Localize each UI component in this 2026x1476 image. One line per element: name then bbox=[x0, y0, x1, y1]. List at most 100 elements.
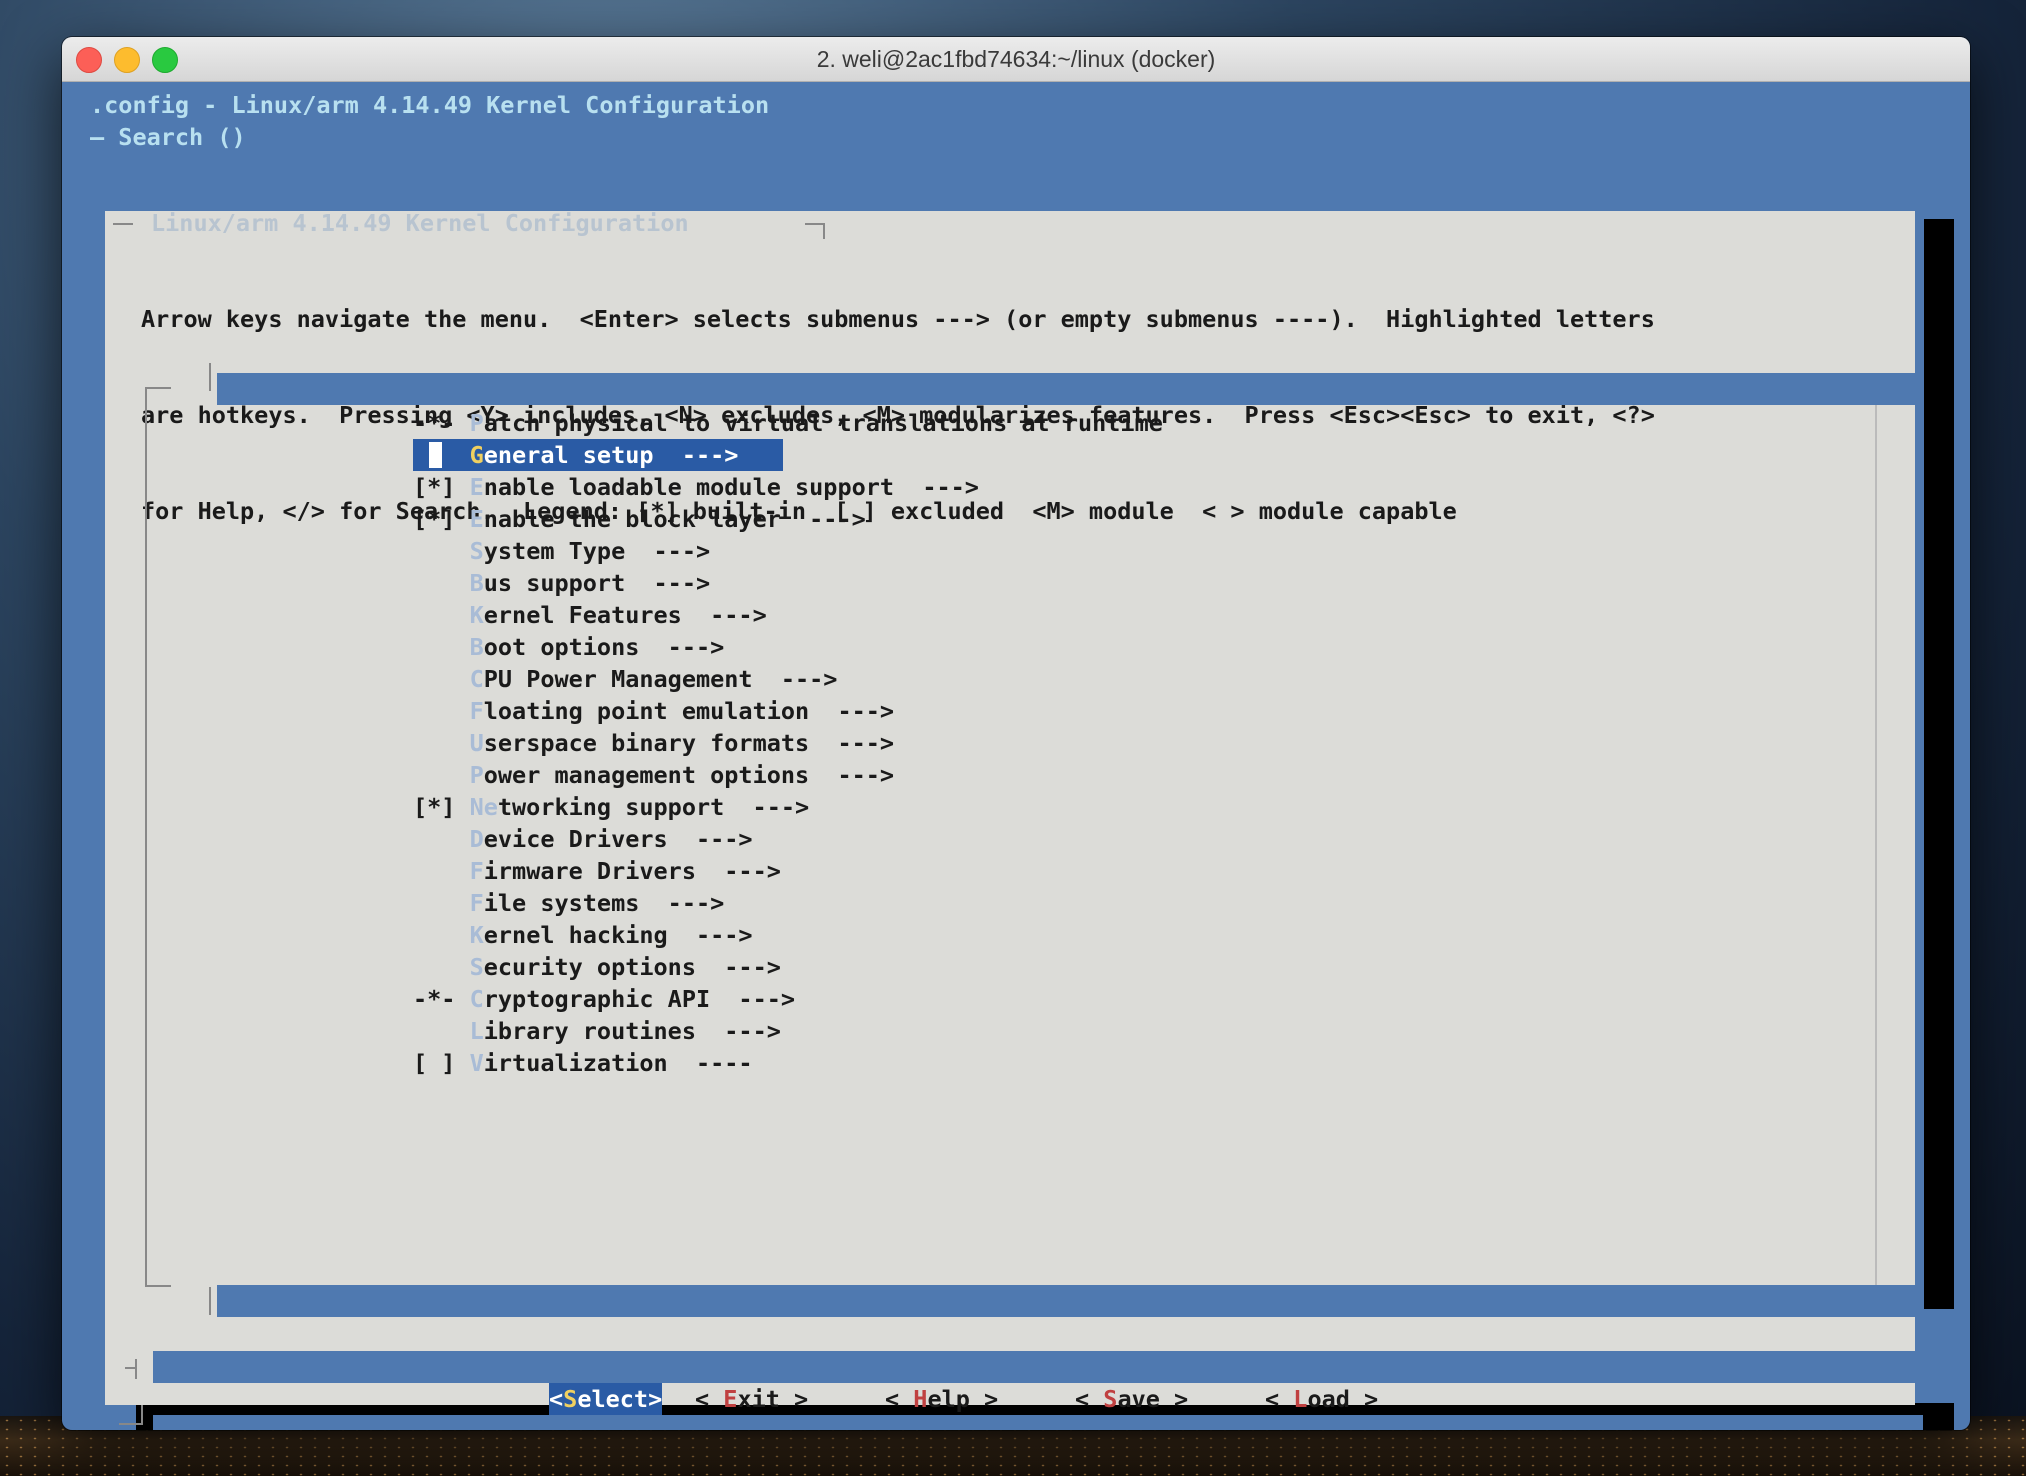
menu-item-hotkey: F bbox=[469, 857, 484, 885]
menu-item-hotkey: K bbox=[469, 601, 484, 629]
menu-item[interactable]: [ ] Virtualization ---- bbox=[413, 1047, 1163, 1079]
button-bracket-left: < bbox=[1265, 1385, 1294, 1413]
help-line-1: Arrow keys navigate the menu. <Enter> se… bbox=[141, 305, 1655, 333]
menu-item-state: [*] bbox=[413, 793, 470, 821]
menu-item-label: nable loadable module support ---> bbox=[483, 473, 979, 501]
menu-item[interactable]: Library routines ---> bbox=[413, 1015, 1163, 1047]
terminal-screen[interactable]: .config - Linux/arm 4.14.49 Kernel Confi… bbox=[72, 83, 1960, 1430]
button-label: elect bbox=[577, 1385, 649, 1413]
menu-item-text: Floating point emulation ---> bbox=[413, 697, 894, 725]
button-frame-bottom bbox=[119, 1423, 143, 1425]
button-frame-tick-a bbox=[135, 1359, 137, 1379]
menu-item[interactable]: Kernel Features ---> bbox=[413, 599, 1163, 631]
menu-item-text: -*- Cryptographic API ---> bbox=[413, 985, 795, 1013]
button-hotkey: L bbox=[1293, 1385, 1308, 1413]
menu-item-hotkey: E bbox=[469, 473, 484, 501]
menu-item-hotkey: U bbox=[469, 729, 484, 757]
select-button[interactable]: <Select> bbox=[549, 1383, 663, 1415]
menu-item-hotkey: F bbox=[469, 889, 484, 917]
menu-item[interactable]: Floating point emulation ---> bbox=[413, 695, 1163, 727]
menu-item[interactable]: -*- Patch physical to virtual translatio… bbox=[413, 407, 1163, 439]
button-bracket-right: > bbox=[969, 1385, 999, 1413]
dialog-caption: Linux/arm 4.14.49 Kernel Configuration bbox=[151, 207, 689, 239]
menu-item-label: ibrary routines ---> bbox=[483, 1017, 781, 1045]
save-button[interactable]: < Save > bbox=[1075, 1383, 1188, 1415]
menu-item[interactable]: File systems ---> bbox=[413, 887, 1163, 919]
menu-item-state bbox=[413, 537, 470, 565]
menu-item-text: Userspace binary formats ---> bbox=[413, 729, 894, 757]
menu-item-hotkey: P bbox=[469, 409, 484, 437]
load-button[interactable]: < Load > bbox=[1265, 1383, 1378, 1415]
menu-item-hotkey: V bbox=[469, 1049, 484, 1077]
menu-item-label: ernel Features ---> bbox=[483, 601, 767, 629]
menu-item[interactable]: -*- Cryptographic API ---> bbox=[413, 983, 1163, 1015]
menu-item-text: -*- Patch physical to virtual translatio… bbox=[413, 409, 1163, 437]
menu-item[interactable]: Firmware Drivers ---> bbox=[413, 855, 1163, 887]
menu-item[interactable]: Device Drivers ---> bbox=[413, 823, 1163, 855]
menu-item-text: Library routines ---> bbox=[413, 1017, 781, 1045]
menu-item-state bbox=[413, 569, 470, 597]
menu-item-state bbox=[413, 601, 470, 629]
menu-item-label: ile systems ---> bbox=[483, 889, 725, 917]
menu-item-state bbox=[413, 729, 470, 757]
button-bracket-left: < bbox=[549, 1385, 564, 1413]
menu-item-label: PU Power Management ---> bbox=[483, 665, 838, 693]
button-label: ave bbox=[1117, 1385, 1160, 1413]
menu-item-state: -*- bbox=[413, 985, 470, 1013]
menu-item[interactable]: CPU Power Management ---> bbox=[413, 663, 1163, 695]
menu-item-state bbox=[413, 1017, 470, 1045]
exit-button[interactable]: < Exit > bbox=[695, 1383, 808, 1415]
menu-item[interactable]: [*] Enable loadable module support ---> bbox=[413, 471, 1163, 503]
menu-item-state bbox=[413, 889, 470, 917]
title-bar[interactable]: 2. weli@2ac1fbd74634:~/linux (docker) bbox=[62, 37, 1970, 82]
terminal-window: 2. weli@2ac1fbd74634:~/linux (docker) .c… bbox=[62, 37, 1970, 1430]
menu-item-label: ernel hacking ---> bbox=[483, 921, 753, 949]
menu-item-label: oot options ---> bbox=[483, 633, 725, 661]
buttons-top-bar bbox=[153, 1351, 1923, 1383]
menu-item-hotkey: D bbox=[469, 825, 484, 853]
menu-item-hotkey: C bbox=[469, 665, 484, 693]
menu-item[interactable]: Kernel hacking ---> bbox=[413, 919, 1163, 951]
menu-item-state bbox=[413, 825, 470, 853]
menu-item-hotkey: P bbox=[469, 761, 484, 789]
menu-item-label: irmware Drivers ---> bbox=[483, 857, 781, 885]
button-label: elp bbox=[927, 1385, 970, 1413]
button-bracket-left: < bbox=[1075, 1385, 1104, 1413]
frame-top-left bbox=[113, 223, 133, 225]
menu-item-text: Security options ---> bbox=[413, 953, 781, 981]
menu-list[interactable]: -*- Patch physical to virtual translatio… bbox=[413, 407, 1163, 1079]
menu-item[interactable]: General setup ---> bbox=[413, 439, 1163, 471]
menu-item[interactable]: Security options ---> bbox=[413, 951, 1163, 983]
menu-item[interactable]: Boot options ---> bbox=[413, 631, 1163, 663]
menu-item-text: Kernel Features ---> bbox=[413, 601, 767, 629]
menu-item[interactable]: Power management options ---> bbox=[413, 759, 1163, 791]
button-bracket-right: > bbox=[779, 1385, 809, 1413]
menu-area[interactable]: -*- Patch physical to virtual translatio… bbox=[141, 405, 1883, 1285]
menu-item-label: evice Drivers ---> bbox=[483, 825, 753, 853]
menu-item[interactable]: Bus support ---> bbox=[413, 567, 1163, 599]
menu-item-text: [*] Networking support ---> bbox=[413, 793, 809, 821]
menu-item-label: serspace binary formats ---> bbox=[483, 729, 895, 757]
menu-item[interactable]: [*] Networking support ---> bbox=[413, 791, 1163, 823]
menu-item-label: ystem Type ---> bbox=[483, 537, 711, 565]
menu-top-bar bbox=[217, 373, 1915, 405]
menu-item-label: eneral setup ---> bbox=[483, 441, 739, 469]
menu-item-hotkey: K bbox=[469, 921, 484, 949]
menu-item[interactable]: [*] Enable the block layer ---> bbox=[413, 503, 1163, 535]
window-title: 2. weli@2ac1fbd74634:~/linux (docker) bbox=[816, 46, 1216, 72]
help-button[interactable]: < Help > bbox=[885, 1383, 998, 1415]
menu-item-state bbox=[413, 665, 470, 693]
menu-item[interactable]: System Type ---> bbox=[413, 535, 1163, 567]
menu-item-hotkey: G bbox=[469, 441, 484, 469]
menu-item-state bbox=[413, 953, 470, 981]
menu-item-state bbox=[413, 857, 470, 885]
menu-item[interactable]: Userspace binary formats ---> bbox=[413, 727, 1163, 759]
menu-item-text: Kernel hacking ---> bbox=[413, 921, 753, 949]
button-row: <Select> < Exit > < Help > < Save > < Load > bbox=[105, 1383, 1915, 1415]
menu-frame-top bbox=[145, 387, 171, 389]
frame-top-right-tick bbox=[823, 223, 825, 239]
menu-item-hotkey: S bbox=[469, 537, 484, 565]
config-header: .config - Linux/arm 4.14.49 Kernel Confi… bbox=[90, 91, 770, 119]
menu-item-hotkey: Ne bbox=[469, 793, 498, 821]
menu-item-hotkey: S bbox=[469, 953, 484, 981]
